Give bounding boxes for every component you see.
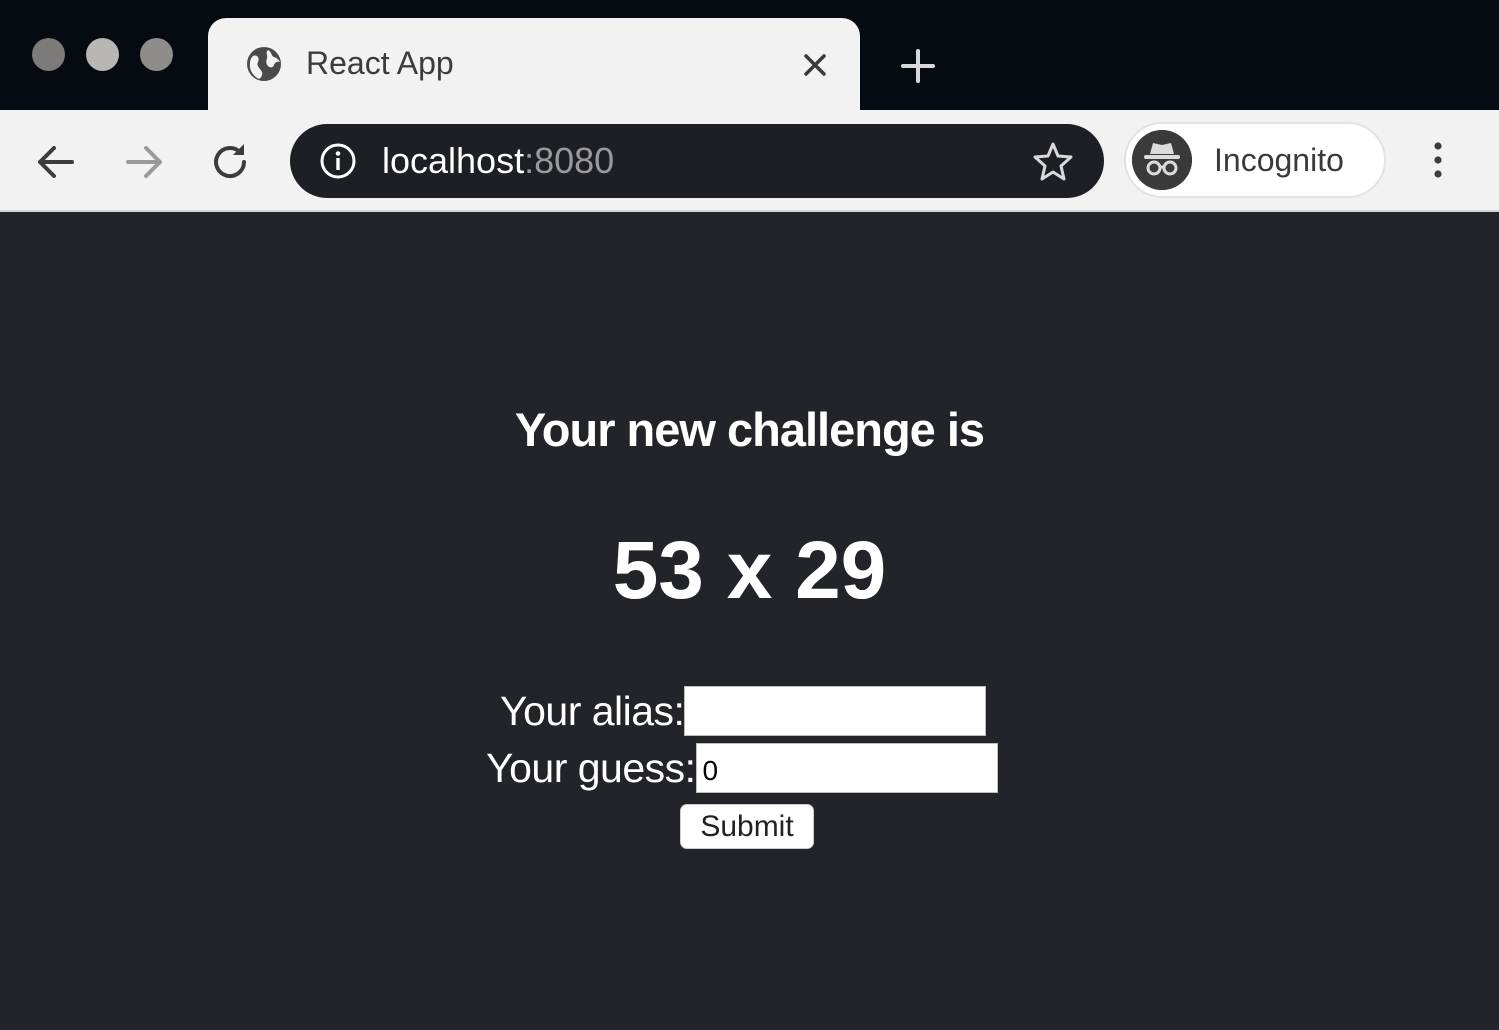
reload-icon[interactable]	[206, 138, 254, 186]
close-window-button[interactable]	[32, 38, 65, 71]
guess-input[interactable]	[695, 743, 998, 793]
more-vertical-icon[interactable]	[1422, 138, 1454, 182]
page-content: Your new challenge is 53 x 29 Your alias…	[0, 212, 1499, 1030]
info-icon[interactable]	[318, 141, 358, 181]
address-host: localhost	[382, 140, 525, 181]
globe-icon	[247, 47, 281, 81]
close-icon[interactable]	[798, 48, 832, 82]
guess-label: Your guess:	[486, 744, 696, 791]
browser-window: React App localhost:8080 Incognito Your …	[0, 0, 1499, 1030]
maximize-window-button[interactable]	[140, 38, 173, 71]
alias-input[interactable]	[684, 686, 987, 736]
alias-row: Your alias:	[500, 685, 987, 737]
plus-icon[interactable]	[898, 46, 938, 86]
incognito-profile-button[interactable]: Incognito	[1124, 122, 1386, 198]
tab-strip: React App	[0, 0, 1499, 114]
forward-arrow-icon[interactable]	[120, 138, 168, 186]
challenge-text: 53 x 29	[612, 525, 887, 616]
browser-tab[interactable]: React App	[208, 18, 860, 114]
tab-title: React App	[306, 45, 454, 81]
address-bar[interactable]: localhost:8080	[290, 124, 1104, 198]
incognito-icon	[1132, 130, 1192, 190]
address-port: :8080	[524, 140, 615, 181]
guess-row: Your guess:	[486, 742, 998, 794]
minimize-window-button[interactable]	[86, 38, 119, 71]
submit-button[interactable]: Submit	[680, 804, 814, 849]
back-arrow-icon[interactable]	[32, 138, 80, 186]
browser-toolbar: localhost:8080 Incognito	[0, 110, 1499, 212]
alias-label: Your alias:	[500, 687, 685, 734]
page-heading: Your new challenge is	[514, 403, 985, 456]
star-icon[interactable]	[1032, 140, 1074, 182]
address-text[interactable]: localhost:8080	[382, 140, 614, 182]
incognito-label: Incognito	[1214, 142, 1344, 178]
